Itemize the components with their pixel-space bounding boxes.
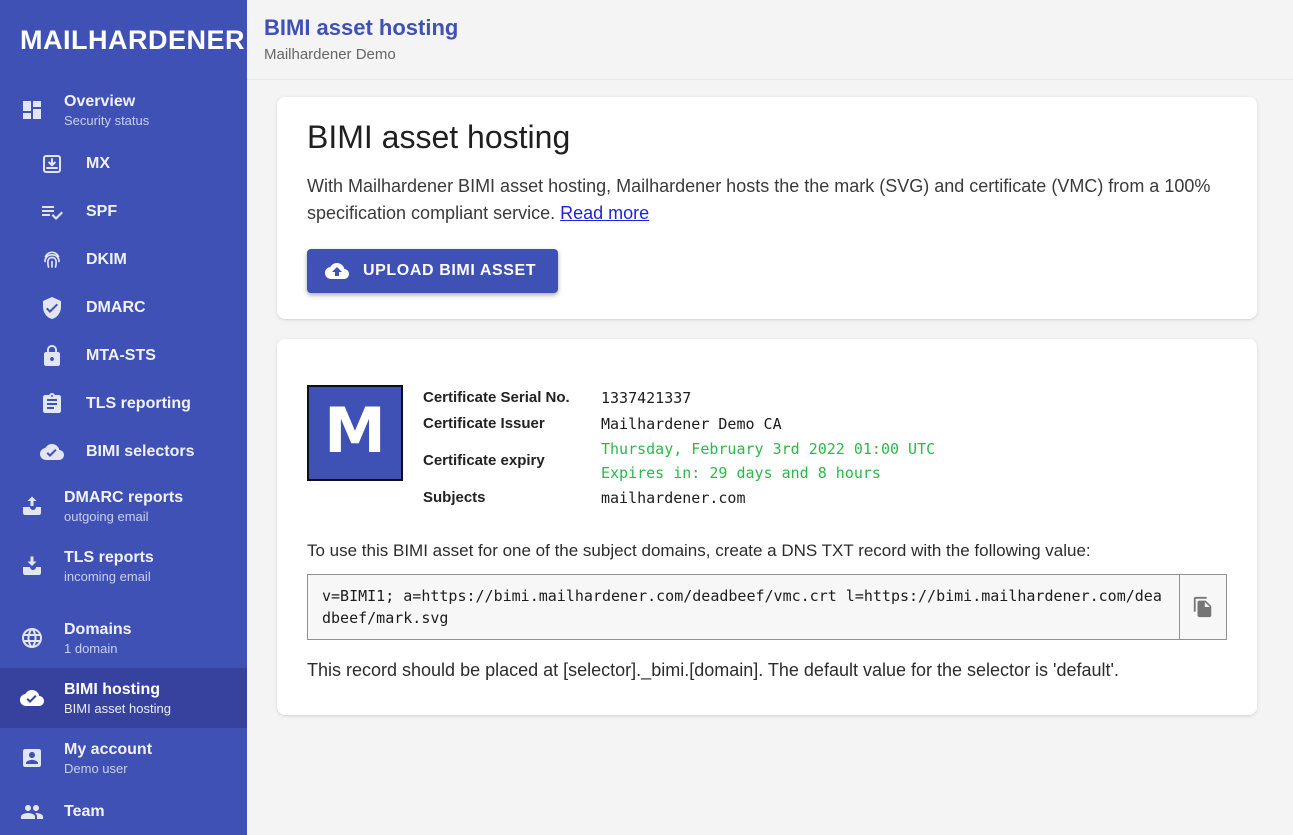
upload-bimi-asset-button[interactable]: UPLOAD BIMI ASSET <box>307 249 558 293</box>
sidebar-item-label: MTA-STS <box>86 346 156 366</box>
intro-card: BIMI asset hosting With Mailhardener BIM… <box>277 97 1257 319</box>
page-subtitle: Mailhardener Demo <box>264 46 1293 63</box>
intro-text-body: With Mailhardener BIMI asset hosting, Ma… <box>307 176 1210 223</box>
cert-subjects-value: mailhardener.com <box>601 485 746 511</box>
tray-up-icon <box>20 494 44 518</box>
sidebar-item-subtitle: Security status <box>64 112 149 129</box>
sidebar-item-subtitle: Demo user <box>64 760 152 777</box>
cert-issuer-value: Mailhardener Demo CA <box>601 411 782 437</box>
account-box-icon <box>20 746 44 770</box>
copy-dns-record-button[interactable] <box>1179 575 1226 639</box>
cloud-check-icon <box>40 440 64 464</box>
sidebar: MAILHARDENER Overview Security status MX <box>0 0 247 835</box>
certificate-details: Certificate Serial No. 1337421337 Certif… <box>423 385 935 511</box>
sidebar-item-label: DKIM <box>86 250 127 270</box>
fingerprint-icon <box>40 248 64 272</box>
cloud-upload-icon <box>325 259 349 283</box>
page-content: BIMI asset hosting With Mailhardener BIM… <box>247 80 1293 735</box>
dashboard-icon <box>20 98 44 122</box>
card-title: BIMI asset hosting <box>307 117 1227 157</box>
bimi-mark-letter: M <box>324 400 386 462</box>
cert-issuer-label: Certificate Issuer <box>423 411 601 437</box>
sidebar-item-domains[interactable]: Domains 1 domain <box>0 608 247 668</box>
dns-record-block: v=BIMI1; a=https://bimi.mailhardener.com… <box>307 574 1227 640</box>
sidebar-item-dkim[interactable]: DKIM <box>0 236 247 284</box>
sidebar-item-subtitle: incoming email <box>64 568 154 585</box>
playlist-check-icon <box>40 200 64 224</box>
people-icon <box>20 800 44 824</box>
cert-expiry-date: Thursday, February 3rd 2022 01:00 UTC <box>601 437 935 461</box>
sidebar-item-mta-sts[interactable]: MTA-STS <box>0 332 247 380</box>
sidebar-item-bimi-selectors[interactable]: BIMI selectors <box>0 428 247 476</box>
sidebar-item-label: DMARC <box>86 298 146 318</box>
sidebar-item-label: MX <box>86 154 110 174</box>
sidebar-item-label: Team <box>64 802 105 822</box>
lock-icon <box>40 344 64 368</box>
cert-expiry-relative: Expires in: 29 days and 8 hours <box>601 461 935 485</box>
cert-serial-value: 1337421337 <box>601 385 691 411</box>
page-title: BIMI asset hosting <box>264 14 1293 42</box>
sidebar-item-subtitle: outgoing email <box>64 508 183 525</box>
sidebar-item-my-account[interactable]: My account Demo user <box>0 728 247 788</box>
sidebar-item-subtitle: 1 domain <box>64 640 132 657</box>
sidebar-item-dmarc[interactable]: DMARC <box>0 284 247 332</box>
sidebar-item-label: My account <box>64 740 152 760</box>
dns-record-value: v=BIMI1; a=https://bimi.mailhardener.com… <box>308 575 1179 639</box>
cert-row-issuer: Certificate Issuer Mailhardener Demo CA <box>423 411 935 437</box>
sidebar-item-label: BIMI selectors <box>86 442 194 462</box>
app-logo: MAILHARDENER <box>0 0 247 76</box>
cert-serial-label: Certificate Serial No. <box>423 385 601 411</box>
cert-row-serial: Certificate Serial No. 1337421337 <box>423 385 935 411</box>
sidebar-item-dmarc-reports[interactable]: DMARC reports outgoing email <box>0 476 247 536</box>
tray-down-icon <box>20 554 44 578</box>
read-more-link[interactable]: Read more <box>560 203 649 223</box>
sidebar-item-label: TLS reports <box>64 548 154 568</box>
sidebar-item-team[interactable]: Team <box>0 788 247 835</box>
cert-row-subjects: Subjects mailhardener.com <box>423 485 935 511</box>
sidebar-nav: Overview Security status MX SPF <box>0 80 247 835</box>
page-header: BIMI asset hosting Mailhardener Demo <box>247 0 1293 80</box>
copy-icon <box>1192 596 1214 618</box>
sidebar-item-overview[interactable]: Overview Security status <box>0 80 247 140</box>
sidebar-item-label: BIMI hosting <box>64 680 171 700</box>
bimi-mark-logo: M <box>307 385 403 481</box>
sidebar-item-mx[interactable]: MX <box>0 140 247 188</box>
sidebar-item-label: DMARC reports <box>64 488 183 508</box>
upload-button-label: UPLOAD BIMI ASSET <box>363 262 536 280</box>
cert-expiry-value: Thursday, February 3rd 2022 01:00 UTC Ex… <box>601 437 935 485</box>
cert-expiry-label: Certificate expiry <box>423 448 601 474</box>
shield-check-icon <box>40 296 64 320</box>
sidebar-item-bimi-hosting[interactable]: BIMI hosting BIMI asset hosting <box>0 668 247 728</box>
globe-icon <box>20 626 44 650</box>
dns-instruction-text: To use this BIMI asset for one of the su… <box>307 539 1227 563</box>
sidebar-item-label: Overview <box>64 92 149 112</box>
cert-subjects-label: Subjects <box>423 485 601 511</box>
sidebar-item-tls-reports[interactable]: TLS reports incoming email <box>0 536 247 596</box>
selector-note-text: This record should be placed at [selecto… <box>307 657 1227 683</box>
intro-text: With Mailhardener BIMI asset hosting, Ma… <box>307 173 1227 227</box>
main-area: BIMI asset hosting Mailhardener Demo BIM… <box>247 0 1293 835</box>
sidebar-item-label: TLS reporting <box>86 394 191 414</box>
sidebar-item-spf[interactable]: SPF <box>0 188 247 236</box>
inbox-down-icon <box>40 152 64 176</box>
certificate-card: M Certificate Serial No. 1337421337 Cert… <box>277 339 1257 715</box>
cloud-check-icon <box>20 686 44 710</box>
cert-row-expiry: Certificate expiry Thursday, February 3r… <box>423 437 935 485</box>
clipboard-icon <box>40 392 64 416</box>
sidebar-item-label: SPF <box>86 202 117 222</box>
sidebar-item-label: Domains <box>64 620 132 640</box>
sidebar-item-subtitle: BIMI asset hosting <box>64 700 171 717</box>
sidebar-item-tls-reporting[interactable]: TLS reporting <box>0 380 247 428</box>
